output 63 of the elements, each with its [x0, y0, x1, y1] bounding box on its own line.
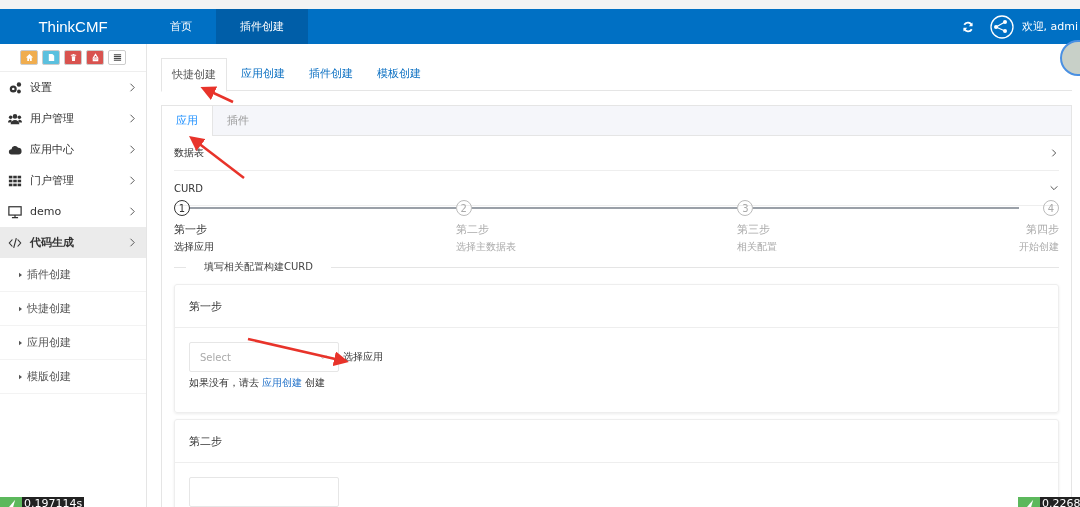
sidebar-item[interactable]: 应用中心: [0, 134, 146, 165]
sidebar-item[interactable]: 代码生成: [0, 227, 146, 258]
step-description: 选择主数据表: [455, 240, 517, 254]
step-title: 第一步: [174, 222, 208, 237]
card-title: 第一步: [175, 285, 1058, 328]
step-title: 第四步: [1025, 222, 1059, 237]
step-description: 开始创建: [1019, 240, 1059, 254]
chevron-right-icon: [129, 145, 135, 154]
chevron-right-icon: [1049, 148, 1059, 158]
sidebar-item[interactable]: 门户管理: [0, 165, 146, 196]
grid-icon: [8, 173, 22, 188]
tab[interactable]: 快捷创建: [161, 58, 227, 92]
chevron-down-icon: [318, 352, 328, 362]
nav-link[interactable]: 首页: [146, 9, 216, 44]
app-create-link[interactable]: 应用创建: [262, 377, 303, 388]
sidebar-item[interactable]: 用户管理: [0, 103, 146, 134]
tab[interactable]: 应用创建: [231, 58, 295, 90]
caret-right-icon: [19, 339, 22, 346]
card-title: 第二步: [175, 420, 1058, 463]
chevron-right-icon: [129, 238, 135, 247]
code-icon: [8, 235, 22, 250]
tab[interactable]: 插件创建: [299, 58, 363, 90]
sidebar-subitem[interactable]: 快捷创建: [0, 292, 146, 326]
chevron-right-icon: [129, 207, 135, 216]
field-label: 选择应用: [343, 350, 383, 364]
tab[interactable]: 模板创建: [367, 58, 431, 90]
hint-text: 如果没有，请去 应用创建 创建: [189, 377, 327, 390]
sidebar-subitem[interactable]: 模版创建: [0, 360, 146, 394]
list-button[interactable]: [108, 50, 126, 65]
monitor-icon: [8, 204, 22, 219]
welcome-text[interactable]: 欢迎, admi: [1021, 19, 1078, 34]
file-button[interactable]: [42, 50, 60, 65]
caret-right-icon: [19, 373, 22, 380]
divider-title: 填写相关配置构建CURD: [204, 260, 313, 274]
chevron-right-icon: [129, 176, 135, 185]
recycle-icon: [90, 53, 100, 62]
select-field[interactable]: [189, 477, 339, 507]
sidebar-item[interactable]: demo: [0, 196, 146, 227]
trash-icon: [68, 53, 78, 62]
gears-icon: [8, 80, 22, 95]
sidebar-subitem[interactable]: 应用创建: [0, 326, 146, 360]
collapse-header[interactable]: 数据表: [174, 136, 1059, 171]
caret-right-icon: [19, 305, 22, 312]
nav-link[interactable]: 插件创建: [216, 9, 308, 44]
trash-button[interactable]: [64, 50, 82, 65]
caret-right-icon: [19, 271, 22, 278]
users-icon: [8, 111, 22, 126]
logo-text[interactable]: ThinkCMF: [0, 18, 146, 35]
list-icon: [112, 53, 122, 62]
chevron-right-icon: [129, 83, 135, 92]
sidebar-item[interactable]: 设置: [0, 72, 146, 103]
recycle-button[interactable]: [86, 50, 104, 65]
sidebar-subitem[interactable]: 插件创建: [0, 258, 146, 292]
refresh-icon[interactable]: [961, 20, 974, 33]
share-icon[interactable]: [989, 14, 1014, 39]
file-icon: [46, 53, 56, 62]
step-description: 选择应用: [174, 240, 215, 254]
annotation-arrow: [200, 86, 234, 104]
home-icon: [24, 53, 34, 62]
step-description: 相关配置: [737, 240, 779, 254]
step-title: 第二步: [455, 222, 490, 237]
chevron-down-icon: [1049, 183, 1059, 193]
chevron-right-icon: [129, 114, 135, 123]
